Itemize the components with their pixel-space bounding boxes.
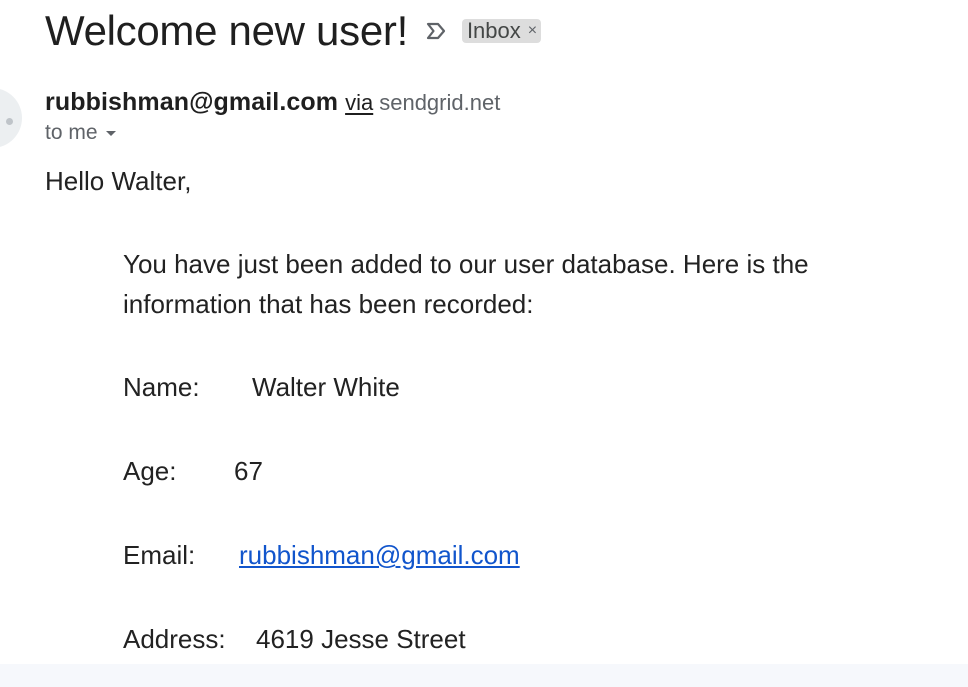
via-link[interactable]: via xyxy=(345,90,373,116)
field-label-address: Address: xyxy=(123,624,226,654)
field-label-age: Age: xyxy=(123,456,177,486)
label-important-glyph xyxy=(426,22,446,40)
field-row-name: Name: Walter White xyxy=(123,372,400,403)
field-value-address: 4619 Jesse Street xyxy=(256,624,466,654)
email-subject: Welcome new user! xyxy=(45,7,408,54)
sender-email[interactable]: rubbishman@gmail.com xyxy=(45,88,338,117)
via-domain: sendgrid.net xyxy=(379,90,501,115)
subject-row: Welcome new user! Inbox × xyxy=(45,4,542,58)
inbox-label-chip[interactable]: Inbox × xyxy=(461,18,542,43)
field-label-email: Email: xyxy=(123,540,196,570)
recipient-text: to me xyxy=(45,121,98,144)
field-value-email-link[interactable]: rubbishman@gmail.com xyxy=(239,540,520,571)
inbox-label-text: Inbox xyxy=(466,18,521,43)
field-value-name: Walter White xyxy=(252,372,400,402)
label-important-icon[interactable] xyxy=(424,19,448,43)
email-greeting: Hello Walter, xyxy=(45,166,192,196)
field-row-email: Email: rubbishman@gmail.com xyxy=(123,540,520,571)
field-value-age: 67 xyxy=(234,456,263,486)
field-label-name: Name: xyxy=(123,372,200,402)
sender-avatar[interactable] xyxy=(0,88,22,148)
recipient-details-toggle[interactable]: to me xyxy=(45,120,116,146)
bottom-strip xyxy=(0,664,968,687)
field-row-address: Address: 4619 Jesse Street xyxy=(123,624,466,655)
avatar-placeholder-icon xyxy=(6,118,13,125)
field-row-age: Age: 67 xyxy=(123,456,263,487)
caret-down-icon[interactable] xyxy=(105,130,116,136)
email-intro-paragraph: You have just been added to our user dat… xyxy=(123,249,809,319)
sender-row: rubbishman@gmail.com via sendgrid.net xyxy=(45,88,500,120)
remove-label-icon[interactable]: × xyxy=(528,19,537,43)
